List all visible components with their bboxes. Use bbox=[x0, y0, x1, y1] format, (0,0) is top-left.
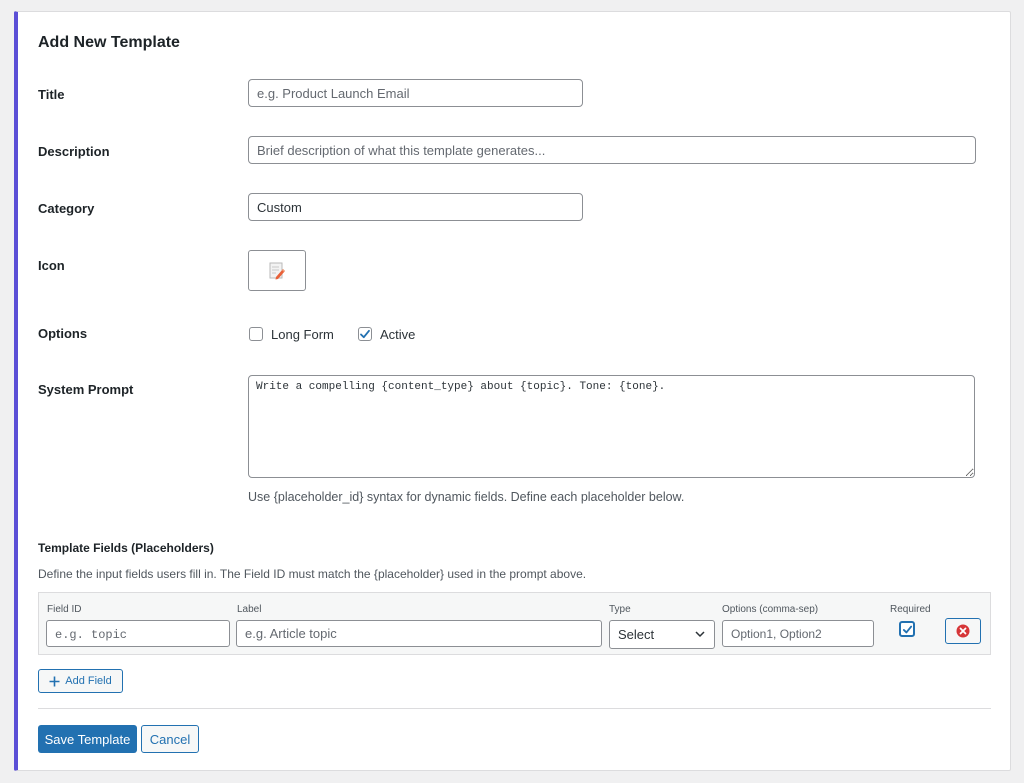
category-input[interactable] bbox=[248, 193, 583, 221]
memo-icon bbox=[269, 262, 285, 279]
template-field-row: Field ID Label Type Options (comma-sep) … bbox=[38, 592, 991, 655]
divider bbox=[38, 708, 991, 709]
template-fields-heading: Template Fields (Placeholders) bbox=[38, 541, 214, 555]
field-id-input[interactable] bbox=[46, 620, 230, 647]
template-fields-description: Define the input fields users fill in. T… bbox=[38, 567, 587, 581]
icon-picker-button[interactable] bbox=[248, 250, 306, 291]
type-column-label: Type bbox=[609, 604, 631, 615]
save-template-button[interactable]: Save Template bbox=[38, 725, 137, 753]
add-field-button[interactable]: Add Field bbox=[38, 669, 123, 693]
field-type-select[interactable]: Select bbox=[609, 620, 715, 649]
check-icon bbox=[902, 625, 912, 633]
category-label: Category bbox=[38, 201, 95, 216]
description-input[interactable] bbox=[248, 136, 976, 164]
system-prompt-help: Use {placeholder_id} syntax for dynamic … bbox=[248, 490, 685, 504]
check-icon bbox=[360, 329, 370, 339]
plus-icon bbox=[49, 676, 60, 686]
chevron-down-icon bbox=[695, 631, 705, 638]
label-column-label: Label bbox=[237, 604, 262, 615]
field-options-input[interactable] bbox=[722, 620, 874, 647]
required-checkbox[interactable] bbox=[899, 621, 915, 637]
remove-field-button[interactable] bbox=[945, 618, 981, 644]
add-field-label: Add Field bbox=[65, 675, 112, 687]
add-template-card: Add New Template Title Description Categ… bbox=[14, 11, 1011, 771]
title-input[interactable] bbox=[248, 79, 583, 107]
field-label-input[interactable] bbox=[236, 620, 602, 647]
cancel-button[interactable]: Cancel bbox=[141, 725, 199, 753]
field-id-column-label: Field ID bbox=[47, 604, 82, 615]
title-label: Title bbox=[38, 87, 65, 102]
required-column-label: Required bbox=[890, 604, 931, 615]
options-column-label: Options (comma-sep) bbox=[722, 604, 819, 615]
page-title: Add New Template bbox=[38, 34, 180, 51]
active-label: Active bbox=[380, 327, 416, 342]
description-label: Description bbox=[38, 144, 110, 159]
long-form-checkbox[interactable] bbox=[249, 327, 263, 341]
active-checkbox[interactable] bbox=[358, 327, 372, 341]
field-type-value: Select bbox=[618, 627, 655, 642]
icon-label: Icon bbox=[38, 258, 65, 273]
system-prompt-label: System Prompt bbox=[38, 382, 134, 397]
options-label: Options bbox=[38, 326, 88, 341]
system-prompt-textarea[interactable] bbox=[248, 375, 975, 478]
long-form-label: Long Form bbox=[271, 327, 334, 342]
close-circle-icon bbox=[956, 624, 970, 638]
